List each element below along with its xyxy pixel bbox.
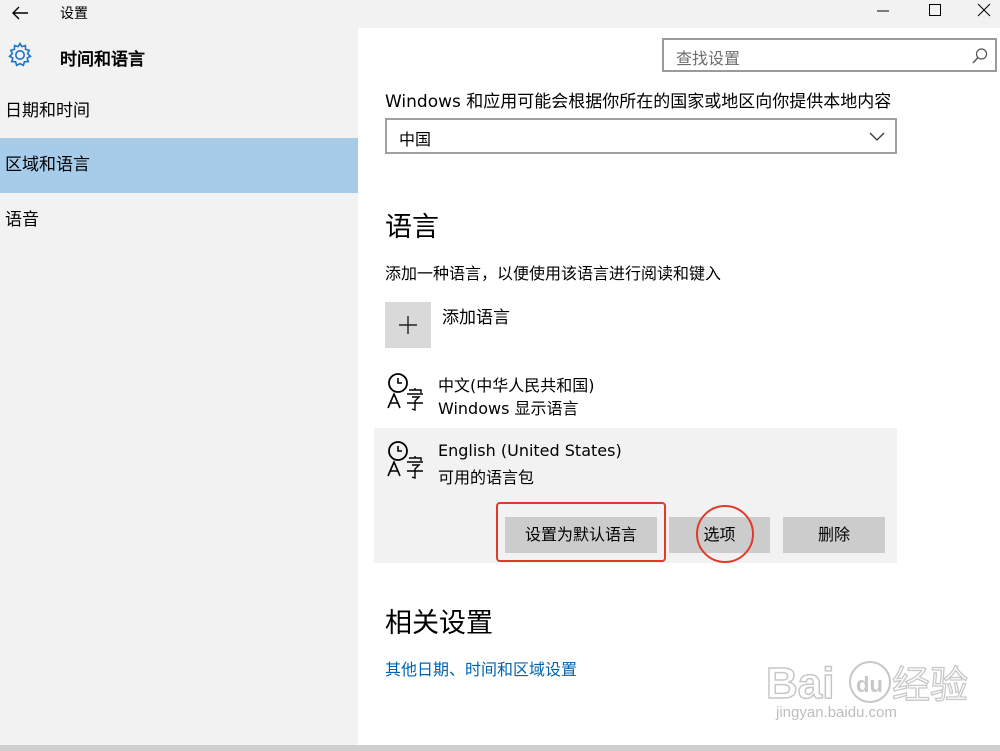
- search-icon[interactable]: [971, 47, 989, 65]
- region-description: Windows 和应用可能会根据你所在的国家或地区向你提供本地内容: [385, 92, 892, 112]
- svg-text:du: du: [856, 672, 883, 697]
- language-item-chinese[interactable]: 中文(中华人民共和国) Windows 显示语言: [374, 364, 897, 424]
- language-subtitle: 可用的语言包: [438, 468, 535, 487]
- language-description: 添加一种语言，以便使用该语言进行阅读和键入: [385, 264, 722, 283]
- country-dropdown[interactable]: 中国: [385, 118, 897, 154]
- title-bar: 设置: [0, 0, 1000, 28]
- related-settings-heading: 相关设置: [385, 608, 493, 639]
- add-language-button[interactable]: [385, 302, 431, 348]
- sidebar-item-speech[interactable]: 语音: [0, 193, 358, 248]
- bottom-edge: [0, 745, 1000, 751]
- settings-header: 时间和语言: [0, 28, 358, 84]
- add-language-label[interactable]: 添加语言: [442, 303, 510, 328]
- minimize-icon[interactable]: [860, 0, 906, 28]
- remove-button[interactable]: 删除: [783, 517, 885, 553]
- country-value: 中国: [399, 130, 432, 149]
- page-title: 时间和语言: [60, 50, 145, 70]
- language-name: 中文(中华人民共和国): [438, 376, 595, 395]
- sidebar-item-region-language[interactable]: 区域和语言: [0, 138, 358, 193]
- svg-text:经验: 经验: [892, 663, 968, 707]
- svg-text:Bai: Bai: [766, 659, 834, 708]
- gear-icon: [8, 41, 32, 67]
- window-title: 设置: [60, 6, 88, 22]
- chevron-down-icon: [869, 132, 885, 141]
- language-icon: [387, 441, 423, 479]
- watermark-text: jingyan.baidu.com: [776, 704, 897, 721]
- search-input[interactable]: 查找设置: [662, 38, 997, 72]
- search-placeholder: 查找设置: [676, 49, 741, 68]
- highlight-circle: [696, 505, 754, 563]
- language-heading: 语言: [385, 212, 439, 243]
- sidebar-item-date-time[interactable]: 日期和时间: [0, 84, 358, 139]
- back-arrow-icon[interactable]: [8, 2, 32, 24]
- sidebar: 日期和时间 区域和语言 语音: [0, 84, 358, 751]
- highlight-rectangle: [496, 502, 666, 562]
- plus-icon: [399, 316, 417, 334]
- maximize-icon[interactable]: [912, 0, 958, 28]
- close-icon[interactable]: [962, 0, 1000, 28]
- other-date-time-region-link[interactable]: 其他日期、时间和区域设置: [385, 656, 577, 680]
- language-subtitle: Windows 显示语言: [438, 399, 579, 418]
- language-name: English (United States): [438, 441, 622, 460]
- baidu-watermark-logo: Bai du 经验: [765, 658, 968, 709]
- language-icon: [387, 373, 423, 411]
